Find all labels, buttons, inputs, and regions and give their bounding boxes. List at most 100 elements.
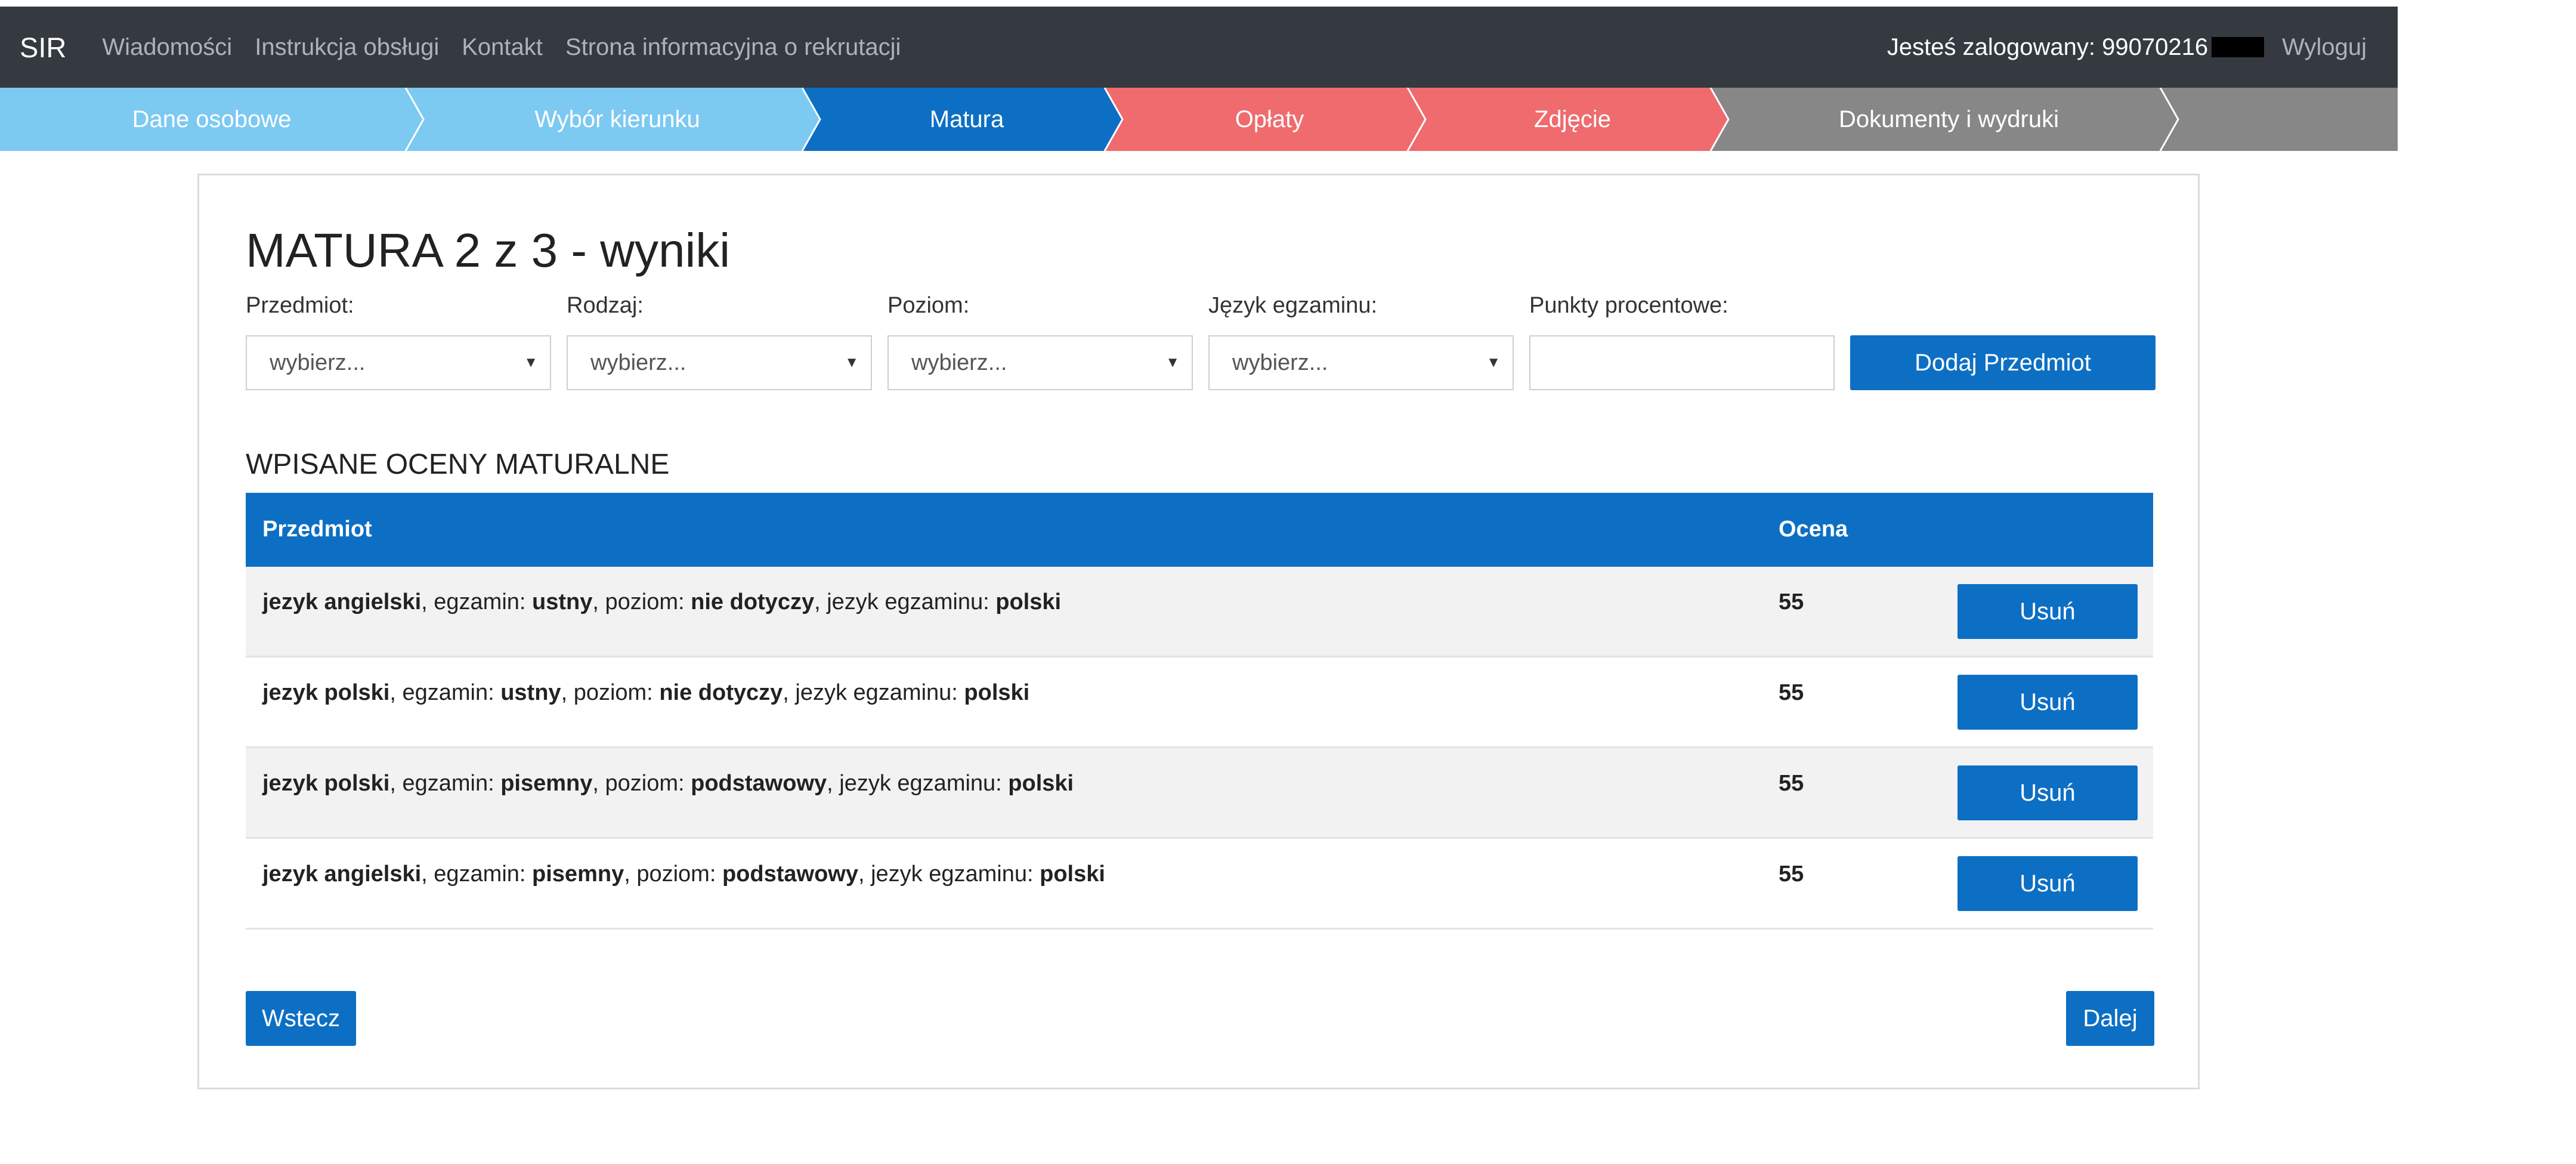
step-photo[interactable]: Zdjęcie [1417, 88, 1728, 151]
row-level: podstawowy [722, 862, 858, 887]
level-label: poziom: [605, 589, 691, 615]
add-subject-button[interactable]: Dodaj Przedmiot [1850, 335, 2156, 390]
section-title: WPISANE OCENY MATURALNE [246, 449, 670, 480]
sep: , [561, 680, 574, 705]
row-grade: 55 [1779, 862, 1804, 887]
sep: , [624, 862, 637, 887]
wizard-steps: Dane osobowe Wybór kierunku Matura Opłat… [0, 88, 2398, 151]
subject-label: Przedmiot: [246, 293, 354, 318]
language-label: Język egzaminu: [1208, 293, 1378, 318]
caret-down-icon: ▼ [1165, 354, 1180, 370]
row-level: nie dotyczy [691, 589, 815, 615]
sep: , [814, 589, 827, 615]
exam-label: egzamin: [434, 589, 533, 615]
user-area: Jesteś zalogowany: 99070216 Wyloguj [1887, 34, 2367, 61]
level-label: poziom: [605, 771, 691, 796]
row-grade: 55 [1779, 589, 1804, 615]
row-description: jezyk polski, egzamin: pisemny, poziom: … [262, 771, 1074, 796]
step-field-choice[interactable]: Wybór kierunku [415, 88, 820, 151]
level-label: Poziom: [887, 293, 970, 318]
header-subject: Przedmiot [262, 517, 372, 542]
exam-label: egzamin: [402, 771, 501, 796]
language-label: jezyk egzaminu: [795, 680, 964, 705]
delete-button[interactable]: Usuń [1957, 856, 2138, 911]
brand-logo[interactable]: SIR [20, 31, 66, 64]
row-exam: pisemny [500, 771, 593, 796]
level-select[interactable]: wybierz... ▼ [887, 335, 1193, 390]
nav-link-manual[interactable]: Instrukcja obsługi [255, 34, 439, 61]
sep: , [389, 680, 403, 705]
row-exam: ustny [532, 589, 593, 615]
sep: , [389, 771, 403, 796]
language-select-value: wybierz... [1232, 350, 1328, 375]
table-body: jezyk angielski, egzamin: ustny, poziom:… [246, 567, 2153, 930]
delete-button[interactable]: Usuń [1957, 675, 2138, 730]
table-row: jezyk polski, egzamin: pisemny, poziom: … [246, 748, 2153, 839]
nav-link-recruitment-info[interactable]: Strona informacyjna o rekrutacji [565, 34, 901, 61]
sep: , [421, 862, 434, 887]
exam-label: egzamin: [434, 862, 533, 887]
row-description: jezyk angielski, egzamin: pisemny, pozio… [262, 862, 1105, 887]
level-label: poziom: [636, 862, 722, 887]
nav-link-messages[interactable]: Wiadomości [102, 34, 232, 61]
row-grade: 55 [1779, 680, 1804, 705]
language-label: jezyk egzaminu: [871, 862, 1040, 887]
row-language: polski [1008, 771, 1074, 796]
sep: , [827, 771, 840, 796]
sep: , [783, 680, 796, 705]
sep: , [858, 862, 871, 887]
logout-link[interactable]: Wyloguj [2282, 34, 2367, 61]
row-subject: jezyk angielski [262, 589, 422, 615]
subject-select[interactable]: wybierz... ▼ [246, 335, 551, 390]
row-language: polski [1040, 862, 1105, 887]
back-button[interactable]: Wstecz [246, 991, 356, 1046]
sep: , [592, 589, 605, 615]
row-grade: 55 [1779, 771, 1804, 796]
type-select-value: wybierz... [590, 350, 686, 375]
redacted-block [2212, 37, 2265, 57]
table-row: jezyk angielski, egzamin: ustny, poziom:… [246, 567, 2153, 657]
row-level: nie dotyczy [659, 680, 783, 705]
top-navbar: SIR Wiadomości Instrukcja obsługi Kontak… [0, 7, 2398, 88]
caret-down-icon: ▼ [845, 354, 859, 370]
page-title: MATURA 2 z 3 - wyniki [246, 224, 730, 277]
row-description: jezyk angielski, egzamin: ustny, poziom:… [262, 589, 1061, 615]
grades-table: Przedmiot Ocena jezyk angielski, egzamin… [246, 493, 2153, 930]
subject-select-value: wybierz... [270, 350, 366, 375]
step-personal-data[interactable]: Dane osobowe [0, 88, 423, 151]
sep: , [592, 771, 605, 796]
row-level: podstawowy [691, 771, 827, 796]
row-subject: jezyk polski [262, 680, 390, 705]
row-exam: ustny [500, 680, 561, 705]
step-fees[interactable]: Opłaty [1114, 88, 1425, 151]
type-label: Rodzaj: [567, 293, 644, 318]
level-label: poziom: [573, 680, 660, 705]
language-label: jezyk egzaminu: [827, 589, 996, 615]
caret-down-icon: ▼ [524, 354, 538, 370]
nav-link-contact[interactable]: Kontakt [462, 34, 543, 61]
type-select[interactable]: wybierz... ▼ [567, 335, 872, 390]
header-grade: Ocena [1779, 517, 1848, 542]
row-language: polski [964, 680, 1030, 705]
points-label: Punkty procentowe: [1529, 293, 1728, 318]
language-select[interactable]: wybierz... ▼ [1208, 335, 1514, 390]
points-input[interactable] [1529, 335, 1835, 390]
step-matura[interactable]: Matura [811, 88, 1122, 151]
row-subject: jezyk polski [262, 771, 390, 796]
table-header: Przedmiot Ocena [246, 493, 2153, 567]
row-subject: jezyk angielski [262, 862, 422, 887]
next-button[interactable]: Dalej [2066, 991, 2154, 1046]
matura-card: MATURA 2 z 3 - wyniki Przedmiot: Rodzaj:… [197, 174, 2200, 1089]
level-select-value: wybierz... [911, 350, 1007, 375]
step-documents[interactable]: Dokumenty i wydruki [1720, 88, 2178, 151]
caret-down-icon: ▼ [1486, 354, 1501, 370]
logged-in-user: Jesteś zalogowany: 99070216 [1887, 33, 2209, 60]
row-language: polski [995, 589, 1062, 615]
table-row: jezyk angielski, egzamin: pisemny, pozio… [246, 839, 2153, 930]
table-row: jezyk polski, egzamin: ustny, poziom: ni… [246, 657, 2153, 748]
sep: , [421, 589, 434, 615]
delete-button[interactable]: Usuń [1957, 765, 2138, 820]
row-description: jezyk polski, egzamin: ustny, poziom: ni… [262, 680, 1029, 706]
row-exam: pisemny [532, 862, 624, 887]
delete-button[interactable]: Usuń [1957, 584, 2138, 639]
